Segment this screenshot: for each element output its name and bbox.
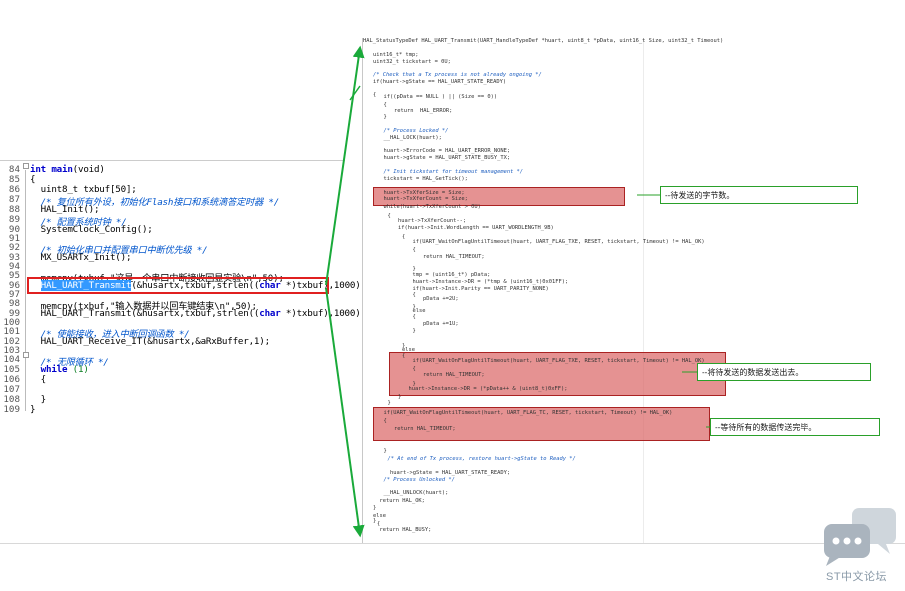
line-number: 109 (3, 404, 20, 415)
source-line: { (373, 92, 377, 98)
highlight-box (27, 277, 329, 294)
function-name: main (51, 164, 73, 175)
fold-marker[interactable] (23, 163, 29, 169)
source-line: /* At end of Tx process, restore huart->… (381, 456, 576, 462)
source-line: return HAL_ERROR; (381, 108, 453, 114)
source-line: HAL_StatusTypeDef HAL_UART_Transmit(UART… (363, 38, 724, 44)
annotation-note: --将待发送的数据发送出去。 (697, 363, 871, 381)
keyword: char (259, 308, 281, 319)
source-line: } (373, 505, 377, 511)
source-line: /* Check that a Tx process is not alread… (373, 72, 542, 78)
source-line: { (393, 247, 416, 253)
source-line: return HAL_TIMEOUT; (397, 254, 485, 260)
source-line: if((pData == NULL ) || (Size == 0)) (377, 94, 498, 100)
code-line-99: HAL_UART_Transmit(&husartx,txbuf,strlen(… (30, 308, 366, 319)
code-text: *)txbuf),1000); (280, 308, 366, 319)
source-code-panel: HAL_StatusTypeDef HAL_UART_Transmit(UART… (362, 38, 753, 543)
source-line: return HAL_BUSY; (373, 527, 432, 533)
source-line: uint32_t tickstart = 0U; (373, 59, 451, 65)
annotation-note: --等待所有的数据传送完毕。 (710, 418, 880, 436)
source-line: } (373, 518, 377, 524)
annotation-note: --待发送的字节数。 (660, 186, 858, 204)
source-line: __HAL_LOCK(huart); (377, 135, 442, 141)
source-line: /* Init tickstart for timeout management… (377, 169, 524, 175)
code-text: (void) (72, 164, 105, 175)
source-line: huart->Instance->DR = (*pData++ & (uint8… (389, 386, 568, 392)
source-line: huart->gState = HAL_UART_STATE_BUSY_TX; (377, 155, 511, 161)
source-line: return HAL_OK; (373, 498, 425, 504)
source-line: if(huart->Init.WordLength == UART_WORDLE… (385, 225, 554, 231)
code-line-93: MX_USARTx_Init(); (30, 252, 132, 263)
source-line: { (377, 418, 387, 424)
source-line: if(UART_WaitOnFlagUntilTimeout(huart, UA… (393, 358, 705, 364)
source-line: while(huart->TxXferCount > 0U) (377, 204, 481, 210)
source-line: huart->gState = HAL_UART_STATE_READY; (377, 470, 511, 476)
source-line: /* Process Locked */ (377, 128, 449, 134)
source-line: pData +=1U; (397, 321, 459, 327)
source-line: return HAL_TIMEOUT; (381, 426, 456, 432)
source-line: } (377, 114, 387, 120)
source-line: huart->TxXferCount--; (385, 218, 467, 224)
code-line-90: SystemClock_Config(); (30, 224, 153, 235)
fold-marker[interactable] (23, 352, 29, 358)
source-line: if(huart->gState == HAL_UART_STATE_READY… (373, 79, 507, 85)
fold-line (25, 170, 26, 411)
code-text: HAL_UART_Transmit(&husartx,txbuf,strlen(… (30, 308, 260, 319)
source-line: huart->Instance->DR = (*tmp & (uint16_t)… (393, 279, 569, 285)
source-line: tickstart = HAL_GetTick(); (377, 176, 468, 182)
source-line: } (381, 400, 391, 406)
source-line: uint16_t* tmp; (373, 52, 419, 58)
source-line: pData +=2U; (397, 296, 459, 302)
source-line: { (393, 314, 416, 320)
source-line: __HAL_UNLOCK(huart); (377, 490, 449, 496)
forum-watermark: ST中文论坛 (826, 571, 888, 583)
source-line: return HAL_TIMEOUT; (397, 372, 485, 378)
column-guide (643, 38, 644, 543)
code-line-106: { (30, 374, 47, 385)
code-line-109: } (30, 404, 36, 415)
source-line: if(huart->Init.Parity == UART_PARITY_NON… (393, 286, 549, 292)
code-line-102: HAL_UART_Receive_IT(&husartx,&aRxBuffer,… (30, 336, 270, 347)
editor-top-border (0, 160, 345, 161)
source-line: huart->ErrorCode = HAL_UART_ERROR_NONE; (377, 148, 511, 154)
code-editor[interactable]: 84 85 86 87 88 89 90 91 92 93 94 95 96 97 98 99 100 101 10… (0, 160, 366, 420)
source-line: } (393, 328, 416, 334)
source-line: huart->TxXferCount = Size; (377, 196, 468, 202)
code-line-84: int main(void) (30, 164, 105, 175)
source-line: /* Process Unlocked */ (377, 477, 455, 483)
page-divider (0, 543, 905, 544)
source-line: } (377, 448, 387, 454)
code-text: (1) (67, 364, 89, 375)
source-line: if(UART_WaitOnFlagUntilTimeout(huart, UA… (393, 239, 705, 245)
source-line: tmp = (uint16_t*) pData; (393, 272, 491, 278)
source-line: if(UART_WaitOnFlagUntilTimeout(huart, UA… (377, 410, 673, 416)
arrow-tick (349, 85, 361, 101)
